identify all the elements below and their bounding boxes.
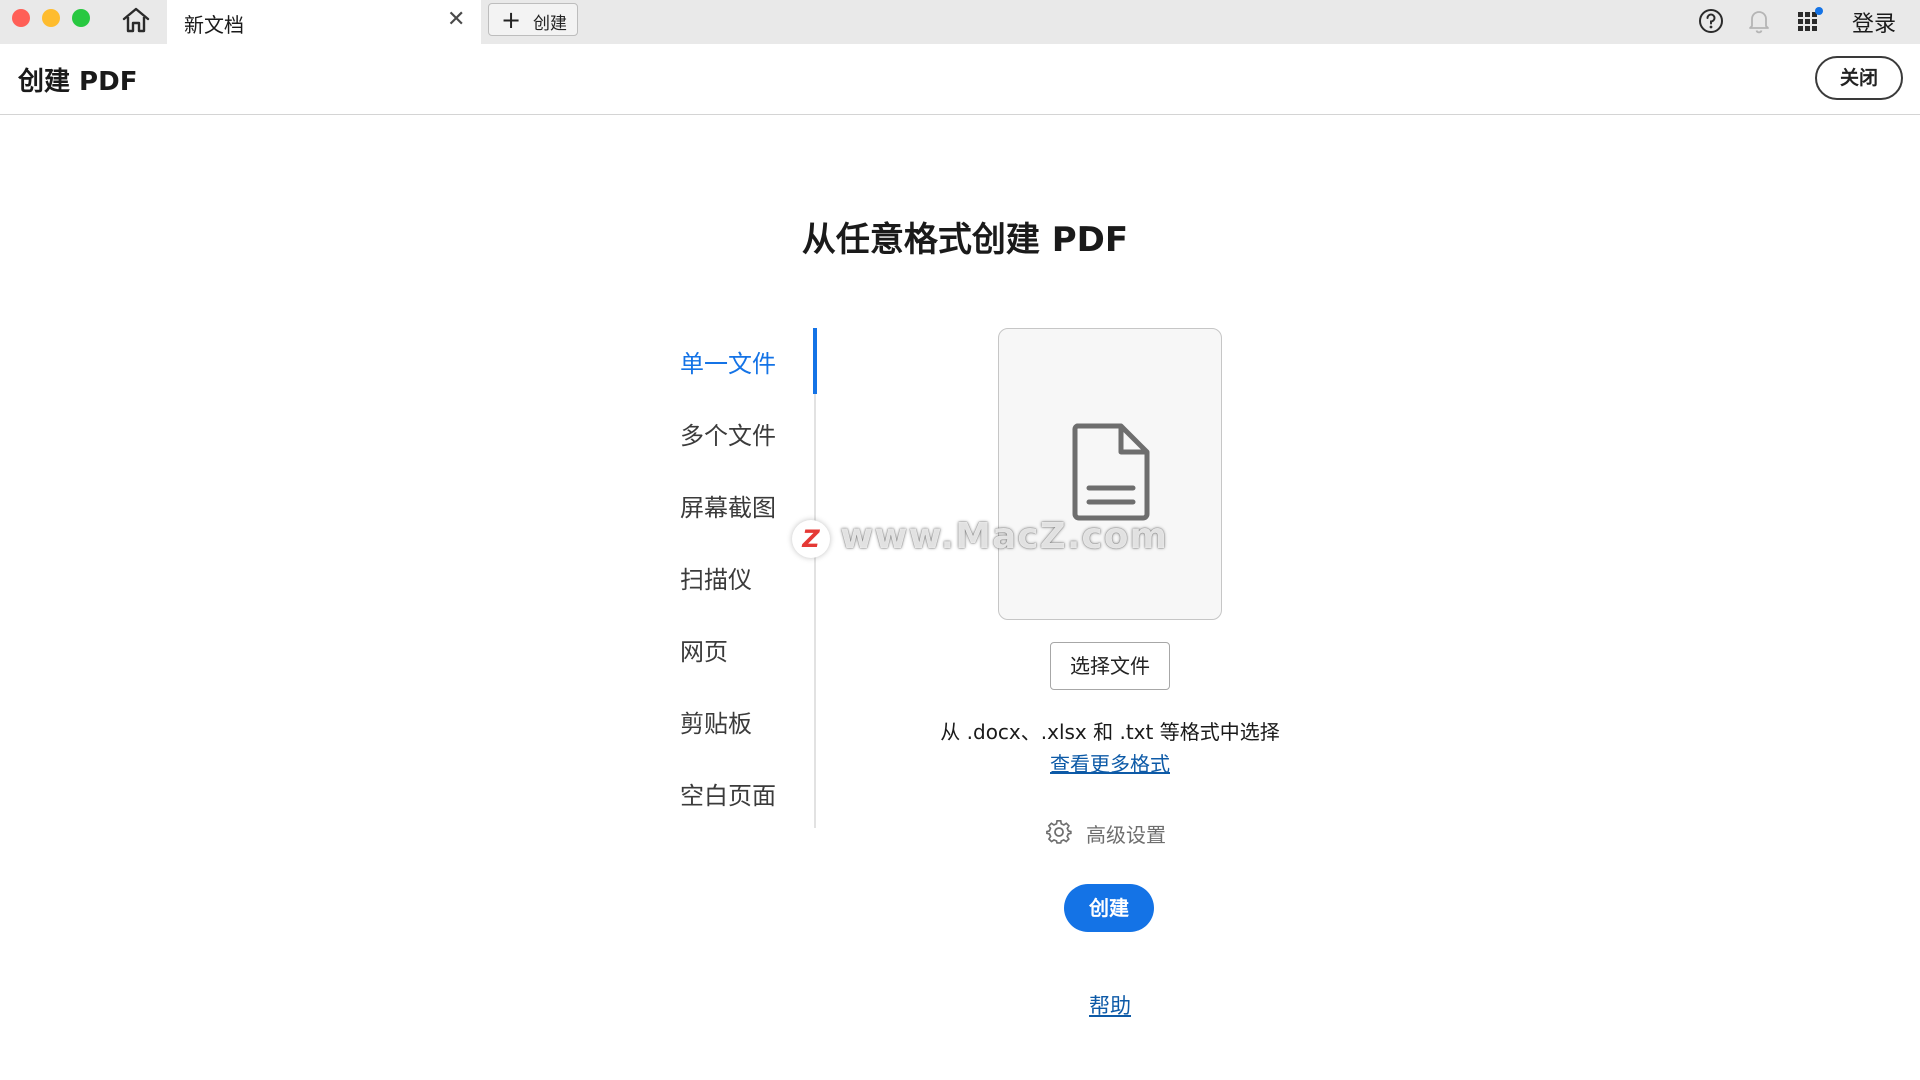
window-minimize-button[interactable]: [42, 9, 60, 27]
nav-item-screenshot[interactable]: 屏幕截图: [680, 488, 776, 523]
plus-icon: +: [501, 6, 522, 34]
nav-active-indicator: [813, 328, 817, 394]
new-create-tab-button[interactable]: + 创建: [488, 3, 578, 36]
apps-grid-icon[interactable]: [1796, 6, 1824, 34]
tab-close-icon[interactable]: ✕: [447, 7, 465, 32]
advanced-settings-label: 高级设置: [1086, 823, 1166, 847]
select-file-button[interactable]: 选择文件: [1050, 642, 1170, 690]
page-header: 创建 PDF 关闭: [0, 44, 1920, 115]
advanced-settings-button[interactable]: 高级设置: [1046, 818, 1176, 848]
formats-note: 从 .docx、.xlsx 和 .txt 等格式中选择: [940, 720, 1280, 744]
create-button[interactable]: 创建: [1064, 884, 1154, 932]
tab-bar: 新文档 ✕ + 创建 登录: [0, 0, 1920, 44]
help-icon[interactable]: [1698, 8, 1724, 34]
notification-bell-icon[interactable]: [1746, 7, 1772, 35]
document-icon: [1072, 423, 1150, 521]
file-drop-area[interactable]: [998, 328, 1222, 620]
page-title: 创建 PDF: [18, 67, 138, 97]
window-close-button[interactable]: [12, 9, 30, 27]
nav-item-blank-page[interactable]: 空白页面: [680, 776, 776, 811]
more-formats-link[interactable]: 查看更多格式: [700, 748, 1520, 777]
close-button[interactable]: 关闭: [1815, 56, 1903, 100]
notification-dot: [1815, 7, 1823, 15]
gear-icon: [1046, 820, 1072, 844]
nav-item-multiple-files[interactable]: 多个文件: [680, 416, 776, 451]
home-button[interactable]: [120, 4, 152, 36]
nav-item-single-file[interactable]: 单一文件: [680, 344, 776, 379]
watermark-text: www.MacZ.com: [840, 516, 1168, 557]
help-link[interactable]: 帮助: [1040, 990, 1180, 1020]
watermark-logo-letter: Z: [802, 525, 820, 553]
document-tab-title: 新文档: [184, 13, 244, 37]
nav-item-scanner[interactable]: 扫描仪: [680, 560, 752, 595]
new-tab-label: 创建: [533, 14, 567, 34]
window-zoom-button[interactable]: [72, 9, 90, 27]
watermark-logo: Z: [792, 520, 830, 558]
home-icon: [122, 7, 150, 33]
nav-item-web-page[interactable]: 网页: [680, 632, 728, 667]
main-heading: 从任意格式创建 PDF: [801, 220, 1129, 260]
document-tab[interactable]: 新文档 ✕: [167, 0, 481, 44]
sign-in-button[interactable]: 登录: [1852, 6, 1896, 38]
